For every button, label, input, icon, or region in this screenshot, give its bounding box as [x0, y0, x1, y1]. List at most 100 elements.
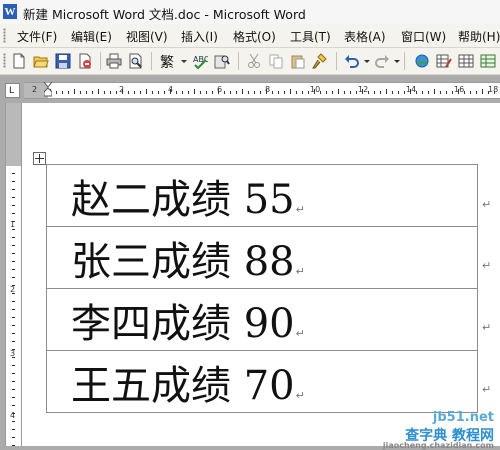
ruler-tick [272, 91, 273, 94]
row-end-mark-icon: ↵ [482, 383, 492, 396]
menu-file[interactable]: 文件(F) [17, 28, 57, 45]
vruler-tick [12, 285, 15, 286]
ruler-tick [152, 91, 153, 94]
word-app-icon[interactable]: W [3, 4, 17, 19]
ruler-tick [434, 89, 435, 94]
vruler-tick [12, 261, 15, 262]
ruler-tick [182, 91, 183, 94]
ruler-tick [332, 91, 333, 94]
ruler-tick [104, 91, 105, 94]
watermark: jb51.net 查字典 教程网 jiaocheng.chazidian.com [380, 410, 500, 450]
insert-excel-icon[interactable] [480, 53, 496, 69]
vruler-tick [12, 373, 15, 374]
hyperlink-icon[interactable] [414, 53, 430, 69]
ruler-tick [290, 89, 291, 94]
vruler-tick [12, 437, 15, 438]
indent-marker[interactable] [42, 81, 54, 97]
insert-table-icon[interactable] [458, 53, 474, 69]
traditional-chinese-button[interactable]: 繁 [160, 52, 174, 72]
format-painter-icon[interactable] [312, 53, 328, 69]
ruler-tick [194, 89, 195, 94]
ruler-tick [68, 91, 69, 94]
table-cell[interactable]: 赵二成绩 55↵ [46, 164, 478, 227]
ruler-tick [80, 91, 81, 94]
vruler-tick [12, 341, 15, 342]
undo-dropdown-icon[interactable] [364, 60, 370, 63]
ruler-tick [458, 89, 459, 94]
horizontal-ruler[interactable]: 2 2 4 6 8 10 12 14 16 18 [24, 82, 500, 99]
table-cell[interactable]: 李四成绩 90↵ [46, 288, 478, 351]
vertical-ruler[interactable]: 1 2 3 4 [5, 103, 22, 446]
ruler-tick [392, 91, 393, 94]
menu-format[interactable]: 格式(O) [233, 28, 276, 45]
menu-window[interactable]: 窗口(W) [401, 28, 446, 45]
ruler-tick [224, 91, 225, 94]
menu-bar: 文件(F) 编辑(E) 视图(V) 插入(I) 格式(O) 工具(T) 表格(A… [0, 24, 500, 48]
vruler-tick [12, 189, 15, 190]
vruler-tick [12, 181, 15, 182]
ruler-tick [344, 91, 345, 94]
ruler-tick [398, 91, 399, 94]
ruler-tick [470, 91, 471, 94]
menu-view[interactable]: 视图(V) [126, 28, 168, 45]
paragraph-mark-icon: ↵ [295, 202, 305, 216]
ruler-tick [200, 91, 201, 94]
toolbar-separator [404, 52, 405, 70]
tab-selector[interactable]: L [5, 83, 20, 98]
ruler-tick [116, 91, 117, 94]
ruler-number: 12 [358, 85, 369, 94]
paragraph-mark-icon: ↵ [295, 264, 305, 278]
ruler-tick [248, 91, 249, 94]
menu-grip-icon[interactable] [3, 28, 6, 43]
spelling-grammar-icon[interactable]: ABC [192, 53, 208, 69]
table-row: 李四成绩 90↵ [46, 288, 478, 351]
menu-tools[interactable]: 工具(T) [290, 28, 331, 45]
save-icon[interactable] [55, 53, 71, 69]
table-cell[interactable]: 张三成绩 88↵ [46, 226, 478, 289]
open-folder-icon[interactable] [33, 53, 49, 69]
cell-text: 李四成绩 90 [71, 300, 295, 347]
menu-help[interactable]: 帮助(H) [458, 28, 500, 45]
ruler-tick [122, 89, 123, 94]
svg-text:ABC: ABC [193, 55, 208, 64]
vruler-tick [12, 205, 15, 206]
ruler-tick [374, 91, 375, 94]
ruler-tick [494, 91, 495, 94]
chevron-down-icon[interactable] [181, 60, 187, 63]
redo-dropdown-icon[interactable] [394, 60, 400, 63]
standard-toolbar: 繁 ABC [0, 48, 500, 75]
ruler-tick [284, 91, 285, 94]
cell-text: 王五成绩 70 [71, 362, 295, 409]
toolbar-separator [336, 52, 337, 70]
toolbar-grip-icon[interactable] [3, 53, 6, 68]
print-icon[interactable] [106, 53, 122, 69]
toolbar-separator [238, 52, 239, 70]
copy-icon[interactable] [268, 53, 284, 69]
menu-edit[interactable]: 编辑(E) [71, 28, 112, 45]
new-document-icon[interactable] [11, 53, 27, 69]
ruler-tick [464, 91, 465, 94]
ruler-tick [380, 91, 381, 94]
ruler-tick [146, 89, 147, 94]
cut-icon[interactable] [246, 53, 262, 69]
paste-icon[interactable] [290, 53, 306, 69]
ruler-tick [176, 91, 177, 94]
menu-insert[interactable]: 插入(I) [181, 28, 218, 45]
ruler-tick [206, 91, 207, 94]
ruler-tick [212, 91, 213, 94]
paragraph-mark-icon: ↵ [295, 326, 305, 340]
menu-table[interactable]: 表格(A) [344, 28, 386, 45]
vruler-tick [12, 301, 15, 302]
score-table[interactable]: 赵二成绩 55↵ 张三成绩 88↵ 李四成绩 90↵ 王五成绩 70↵ [46, 164, 478, 413]
table-cell[interactable]: 王五成绩 70↵ [46, 350, 478, 413]
ruler-number: 16 [454, 85, 465, 94]
vruler-tick [12, 277, 15, 278]
ruler-tick [254, 91, 255, 94]
permission-icon[interactable] [77, 53, 93, 69]
print-preview-icon[interactable] [128, 53, 144, 69]
table-move-handle-icon[interactable] [33, 152, 46, 165]
research-icon[interactable] [214, 53, 230, 69]
redo-icon[interactable] [374, 53, 390, 69]
undo-icon[interactable] [344, 53, 360, 69]
tables-borders-icon[interactable] [436, 53, 452, 69]
